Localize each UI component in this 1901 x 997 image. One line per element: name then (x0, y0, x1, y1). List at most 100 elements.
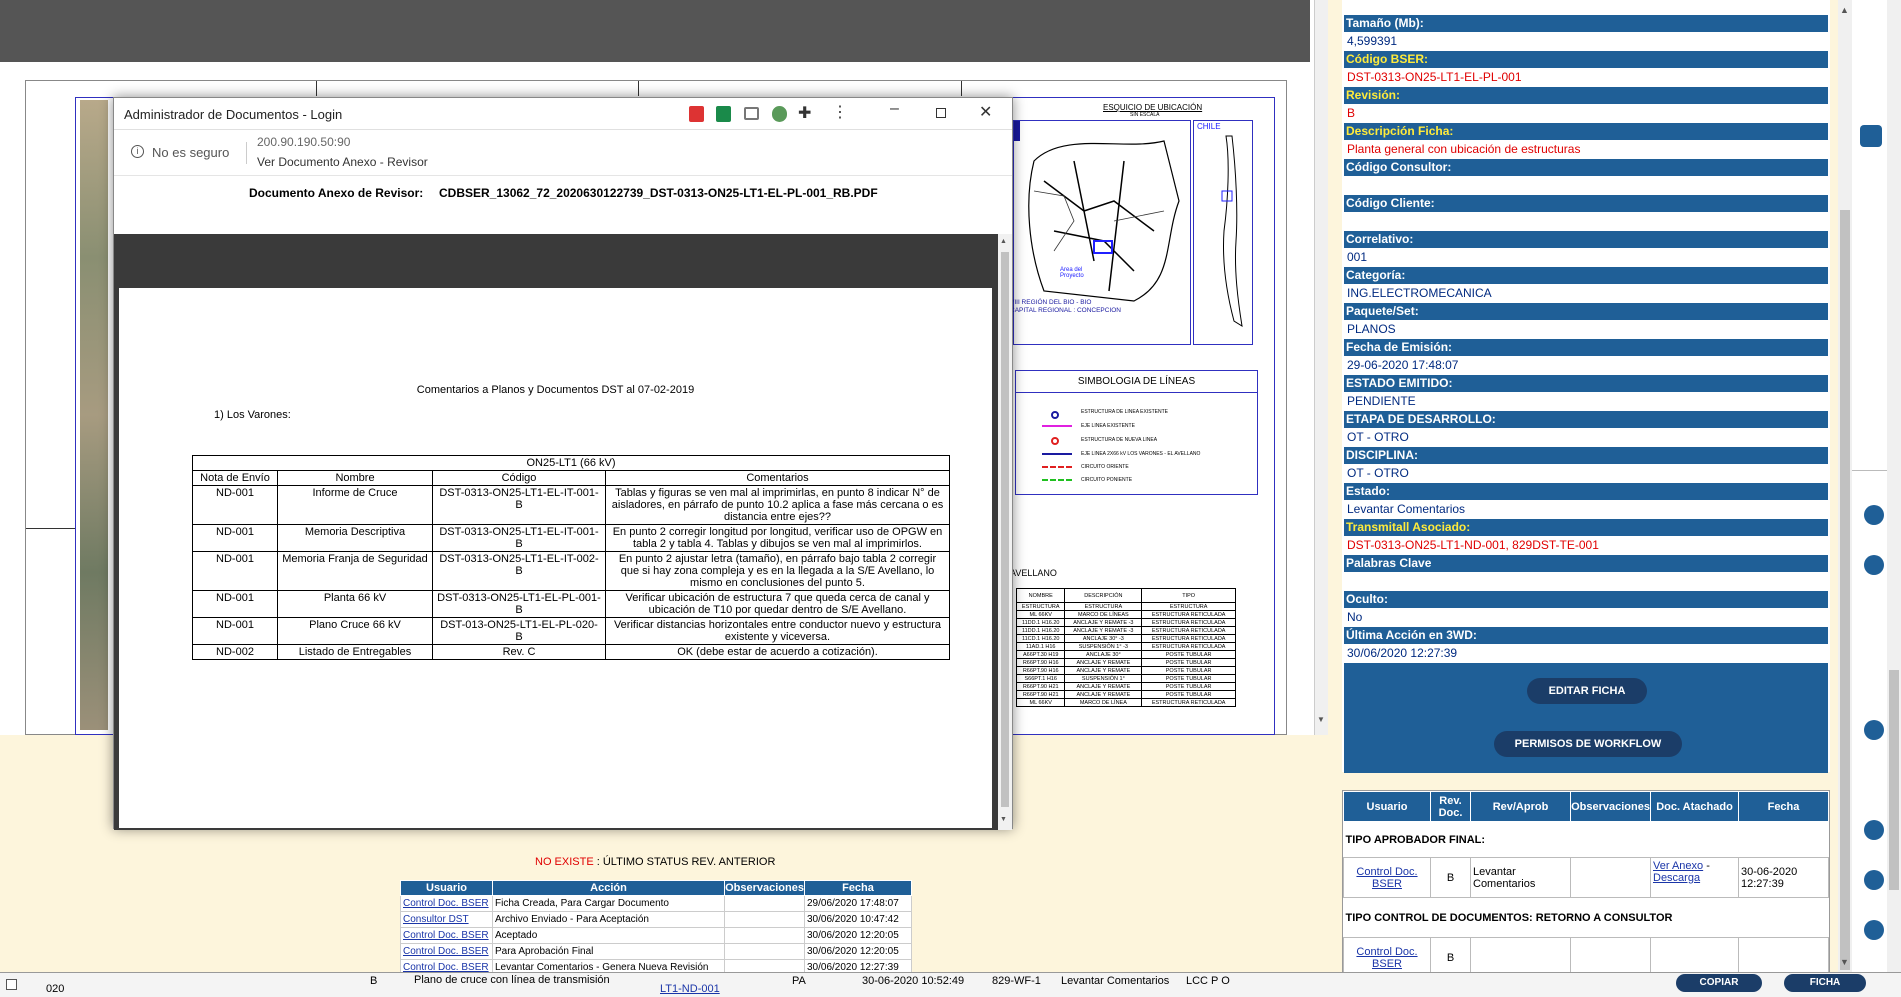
wf-group-title: TIPO CONTROL DE DOCUMENTOS: RETORNO A CO… (1345, 911, 1673, 924)
scroll-down-icon[interactable]: ▼ (1840, 957, 1849, 967)
comment-cell-nota: ND-001 (192, 617, 278, 645)
scroll-up-icon[interactable]: ▲ (1840, 5, 1849, 15)
history-cell-accion: Aceptado (492, 927, 725, 944)
download-link[interactable]: Descarga (1653, 872, 1700, 884)
scroll-down-icon[interactable]: ▼ (1317, 715, 1325, 724)
ficha-field-label: Correlativo: (1344, 231, 1828, 248)
document-popup-window: Administrador de Documentos - Login ✚ ⋮ … (113, 97, 1013, 830)
existing-structure-icon (1051, 411, 1059, 419)
structure-cell: POSTE TUBULAR (1141, 658, 1236, 667)
view-attachment-link[interactable]: Ver Anexo (1653, 860, 1703, 872)
ficha-field-label: Código BSER: (1344, 51, 1828, 68)
edit-ficha-button[interactable]: EDITAR FICHA (1527, 678, 1647, 704)
row-pa: PA (792, 975, 806, 987)
structure-cell: S66PT.1 H16 (1015, 674, 1066, 683)
structure-cell: 11DD.1 H16.20 (1015, 626, 1066, 635)
comment-cell-comentario: Verificar ubicación de estructura 7 que … (605, 590, 950, 618)
ficha-field-value: OT - OTRO (1347, 430, 1409, 444)
structure-cell: POSTE TUBULAR (1141, 690, 1236, 699)
right-scrollbar-thumb[interactable] (1840, 210, 1850, 970)
popup-url: 200.90.190.50:90 (257, 135, 351, 149)
col-codigo: Código (432, 470, 606, 486)
structure-cell: ANCLAJE Y REMATE (1064, 666, 1143, 675)
comment-cell-comentario: En punto 2 ajustar letra (tamaño), en pá… (605, 551, 950, 591)
wf-user-link[interactable]: Control Doc. BSER (1356, 866, 1417, 890)
more-menu-icon[interactable]: ⋮ (832, 102, 848, 122)
pdf-scrollbar-thumb[interactable] (1001, 252, 1009, 807)
doc-label: Documento Anexo de Revisor: (249, 186, 424, 200)
structure-cell: ANCLAJE Y REMATE (1064, 658, 1143, 667)
extension-icon[interactable] (772, 106, 787, 122)
nav-icon[interactable] (1860, 125, 1882, 147)
info-icon[interactable]: i (131, 145, 144, 158)
row-estado: Levantar Comentarios (1061, 975, 1170, 987)
comment-cell-nota: ND-002 (192, 644, 278, 660)
circle-icon[interactable] (1864, 505, 1884, 525)
structure-cell: POSTE TUBULAR (1141, 666, 1236, 675)
pdf-extension-icon[interactable] (689, 106, 704, 122)
ficha-field-value: DST-0313-ON25-LT1-ND-001, 829DST-TE-001 (1347, 538, 1599, 552)
history-cell-fecha: 29/06/2020 17:48:07 (804, 895, 912, 912)
history-cell-fecha: 30/06/2020 12:20:05 (804, 927, 912, 944)
circle-icon[interactable] (1864, 820, 1884, 840)
viewer-scrollbar[interactable]: ▼ (1314, 0, 1328, 735)
outer-scrollbar-thumb[interactable] (1889, 670, 1899, 890)
structure-cell: POSTE TUBULAR (1141, 674, 1236, 683)
ficha-field-label: Oculto: (1344, 591, 1828, 608)
history-user-link[interactable]: Control Doc. BSER (403, 946, 489, 957)
structure-cell: R66PT.90 H16 (1015, 658, 1066, 667)
legend-title: SIMBOLOGIA DE LÍNEAS (1016, 371, 1257, 393)
circle-icon[interactable] (1864, 555, 1884, 575)
row-rev: B (370, 975, 378, 987)
circle-icon[interactable] (1864, 870, 1884, 890)
history-warning: NO EXISTE : ÚLTIMO STATUS REV. ANTERIOR (535, 856, 935, 868)
wf-group-title: TIPO APROBADOR FINAL: (1345, 833, 1486, 846)
comment-cell-nombre: Plano Cruce 66 kV (277, 617, 433, 645)
legend-item: CIRCUITO PONIENTE (1081, 477, 1133, 483)
map-subtitle: SIN ESCALA (1130, 112, 1160, 118)
row-checkbox[interactable] (6, 979, 17, 990)
structure-cell: 11AD.1 H16 (1015, 642, 1066, 651)
history-user-link[interactable]: Control Doc. BSER (403, 898, 489, 909)
structure-cell: ESTRUCTURA RETICULADA (1141, 610, 1236, 619)
ficha-field-label: Paquete/Set: (1344, 303, 1828, 320)
avellano-label: AVELLANO (1010, 568, 1057, 578)
minimize-icon[interactable]: – (890, 100, 899, 118)
line-legend: SIMBOLOGIA DE LÍNEAS ESTRUCTURA DE LINEA… (1015, 370, 1258, 495)
row-description: Plano de cruce con línea de transmisión (414, 974, 610, 986)
wf-col-fecha: Fecha (1738, 791, 1829, 822)
scroll-down-icon[interactable]: ▼ (1000, 816, 1007, 823)
ficha-button[interactable]: FICHA (1784, 974, 1866, 992)
copy-button[interactable]: COPIAR (1676, 974, 1762, 992)
close-icon[interactable]: ✕ (979, 102, 992, 122)
ficha-field-value: OT - OTRO (1347, 466, 1409, 480)
structure-cell: ESTRUCTURA RETICULADA (1141, 618, 1236, 627)
structure-row: 11DD.1 H16.20 ANCLAJE Y REMATE -3 ESTRUCTU… (1015, 618, 1236, 627)
puzzle-icon[interactable]: ✚ (798, 103, 811, 123)
ficha-field-label: ESTADO EMITIDO: (1344, 375, 1828, 392)
circle-icon[interactable] (1864, 920, 1884, 940)
comment-cell-nombre: Planta 66 kV (277, 590, 433, 618)
ficha-field-value: ING.ELECTROMECANICA (1347, 286, 1492, 300)
workflow-permissions-button[interactable]: PERMISOS DE WORKFLOW (1494, 731, 1682, 757)
circle-icon[interactable] (1864, 720, 1884, 740)
history-user-link[interactable]: Control Doc. BSER (403, 930, 489, 941)
struct-subcol: ESTRUCTURA (1064, 602, 1143, 611)
pdf-scrollbar[interactable]: ▲ ▼ (998, 234, 1012, 830)
comment-row: ND-001 Informe de Cruce DST-0313-ON25-LT1-… (192, 485, 950, 525)
scroll-up-icon[interactable]: ▲ (1000, 238, 1007, 245)
maximize-icon[interactable] (936, 108, 946, 118)
structure-row: R66PT.90 H21 ANCLAJE Y REMATE POSTE TUBULA… (1015, 690, 1236, 699)
chile-map-svg (1221, 135, 1243, 328)
ficha-field-label: Categoría: (1344, 267, 1828, 284)
history-user-link[interactable]: Consultor DST (403, 914, 469, 925)
popup-address-bar[interactable]: i No es seguro 200.90.190.50:90 Ver Docu… (114, 130, 1012, 176)
cast-icon[interactable] (744, 107, 759, 120)
sheets-extension-icon[interactable] (716, 106, 731, 122)
wf-user-link[interactable]: Control Doc. BSER (1356, 946, 1417, 970)
struct-col: TIPO (1141, 588, 1236, 603)
row-link[interactable]: LT1-ND-001 (660, 983, 720, 995)
pdf-section: 1) Los Varones: (214, 409, 291, 421)
history-cell-obs (724, 911, 805, 928)
structure-row: 11CD.1 H16.20 ANCLAJE 30° -3 ESTRUCTURA RE… (1015, 634, 1236, 643)
